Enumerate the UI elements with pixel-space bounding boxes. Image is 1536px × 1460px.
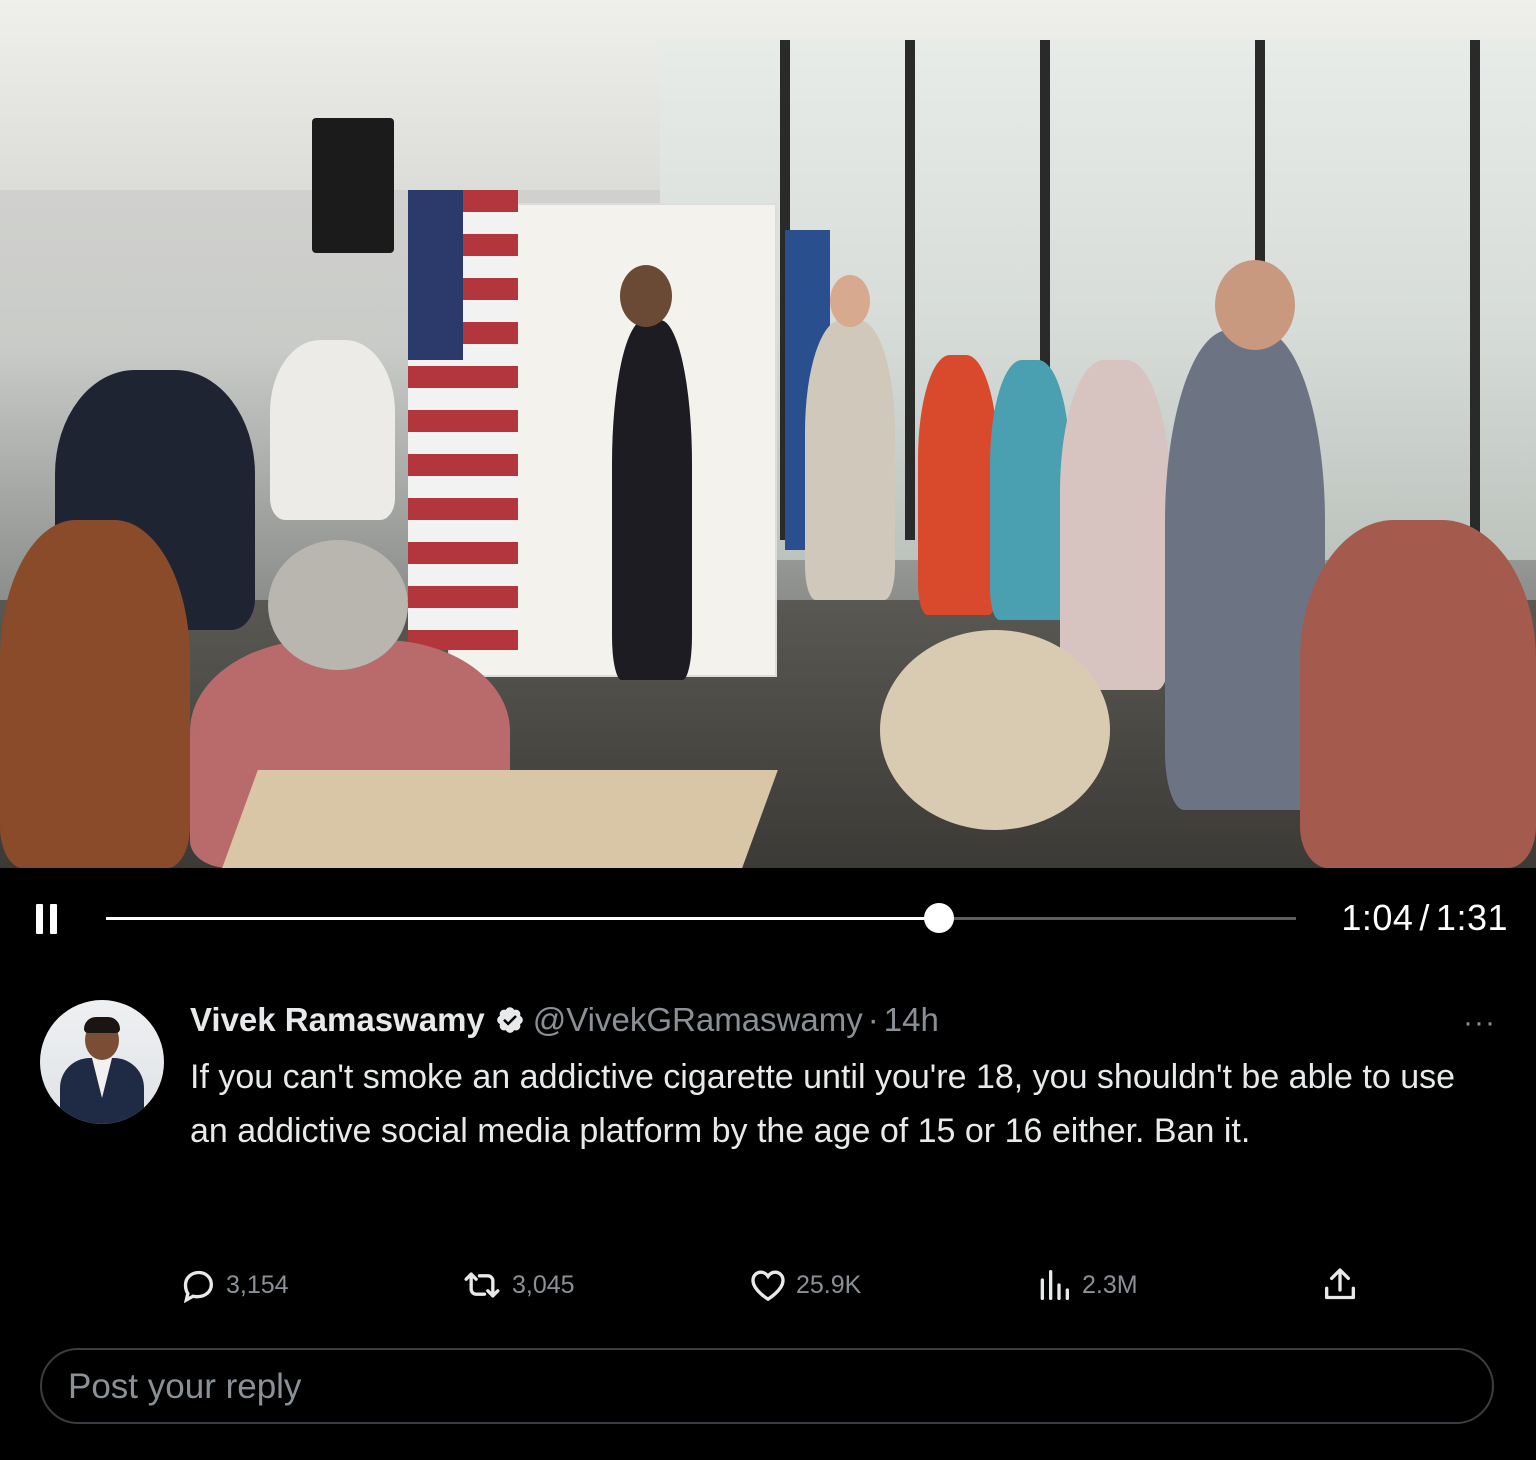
reply-icon <box>178 1265 218 1305</box>
views-bar-icon <box>1034 1265 1074 1305</box>
reply-input[interactable] <box>66 1364 1450 1410</box>
more-options-button[interactable]: ··· <box>1463 1006 1496 1040</box>
like-button[interactable]: 25.9K <box>748 1262 861 1308</box>
reply-count: 3,154 <box>226 1270 289 1299</box>
author-name[interactable]: Vivek Ramaswamy <box>190 1001 485 1039</box>
video-frame-person <box>1300 520 1536 868</box>
video-frame-head <box>268 540 408 670</box>
video-frame-person <box>1060 360 1170 690</box>
video-frame-person <box>270 340 395 520</box>
avatar-hair <box>84 1017 120 1033</box>
progress-bar[interactable] <box>106 903 1296 933</box>
author-handle[interactable]: @VivekGRamaswamy <box>533 1001 863 1039</box>
pause-icon <box>36 904 43 934</box>
reply-box <box>40 1348 1494 1424</box>
video-frame-us-flag <box>408 190 518 650</box>
share-button[interactable] <box>1320 1262 1360 1308</box>
progress-thumb[interactable] <box>924 903 954 933</box>
duration: 1:31 <box>1435 897 1508 938</box>
video-frame-speaker-person <box>612 320 692 680</box>
pause-icon <box>50 904 57 934</box>
playback-time: 1:04/1:31 <box>1341 897 1508 939</box>
progress-fill <box>106 917 939 920</box>
share-icon <box>1320 1265 1360 1305</box>
video-frame-mullion <box>905 40 915 540</box>
video-frame-head <box>1215 260 1295 350</box>
video-frame-person <box>990 360 1070 620</box>
video-frame-speaker <box>312 118 394 253</box>
post-time[interactable]: 14h <box>884 1001 939 1039</box>
video-frame-person <box>805 320 895 600</box>
reply-button[interactable]: 3,154 <box>178 1262 289 1308</box>
post-actions: 3,154 3,045 25.9K 2.3M <box>0 1262 1536 1312</box>
video-frame-head <box>620 265 672 327</box>
like-count: 25.9K <box>796 1270 862 1299</box>
views-count: 2.3M <box>1082 1270 1138 1299</box>
current-time: 1:04 <box>1341 897 1414 938</box>
heart-icon <box>748 1265 788 1305</box>
avatar[interactable] <box>40 1000 164 1124</box>
verified-badge-icon <box>495 1005 525 1035</box>
views-button[interactable]: 2.3M <box>1034 1262 1138 1308</box>
video-frame-person <box>918 355 998 615</box>
video-frame-table <box>222 770 778 868</box>
repost-icon <box>460 1265 504 1305</box>
post-header: Vivek Ramaswamy @VivekGRamaswamy · 14h <box>190 998 939 1042</box>
video-frame-person <box>0 520 190 868</box>
pause-button[interactable] <box>36 904 60 934</box>
post-text: If you can't smoke an addictive cigarett… <box>190 1058 1456 1150</box>
repost-count: 3,045 <box>512 1270 575 1299</box>
separator-dot: · <box>867 1001 879 1038</box>
video-player[interactable] <box>0 0 1536 868</box>
repost-button[interactable]: 3,045 <box>460 1262 575 1308</box>
video-frame-head <box>830 275 870 327</box>
video-frame-mullion <box>1470 40 1480 540</box>
time-separator: / <box>1419 897 1430 938</box>
video-frame-head <box>880 630 1110 830</box>
